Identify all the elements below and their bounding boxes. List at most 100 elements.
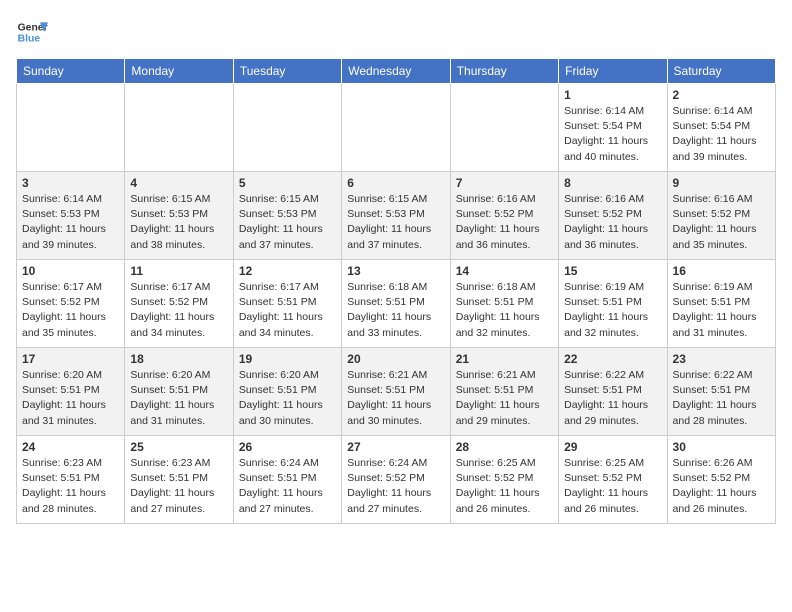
day-info: Sunrise: 6:24 AM Sunset: 5:51 PM Dayligh… — [239, 456, 336, 517]
day-cell: 20 Sunrise: 6:21 AM Sunset: 5:51 PM Dayli… — [342, 348, 450, 436]
week-row-5: 24 Sunrise: 6:23 AM Sunset: 5:51 PM Dayli… — [17, 436, 776, 524]
day-number: 15 — [564, 264, 661, 278]
day-number: 20 — [347, 352, 444, 366]
weekday-header-tuesday: Tuesday — [233, 59, 341, 84]
day-info: Sunrise: 6:20 AM Sunset: 5:51 PM Dayligh… — [239, 368, 336, 429]
day-number: 4 — [130, 176, 227, 190]
week-row-3: 10 Sunrise: 6:17 AM Sunset: 5:52 PM Dayli… — [17, 260, 776, 348]
day-cell: 24 Sunrise: 6:23 AM Sunset: 5:51 PM Dayli… — [17, 436, 125, 524]
weekday-header-wednesday: Wednesday — [342, 59, 450, 84]
day-info: Sunrise: 6:19 AM Sunset: 5:51 PM Dayligh… — [673, 280, 770, 341]
day-cell: 15 Sunrise: 6:19 AM Sunset: 5:51 PM Dayli… — [559, 260, 667, 348]
day-cell: 7 Sunrise: 6:16 AM Sunset: 5:52 PM Daylig… — [450, 172, 558, 260]
day-number: 25 — [130, 440, 227, 454]
day-cell: 17 Sunrise: 6:20 AM Sunset: 5:51 PM Dayli… — [17, 348, 125, 436]
logo: General Blue — [16, 16, 48, 48]
day-info: Sunrise: 6:17 AM Sunset: 5:52 PM Dayligh… — [22, 280, 119, 341]
day-cell: 22 Sunrise: 6:22 AM Sunset: 5:51 PM Dayli… — [559, 348, 667, 436]
day-cell — [342, 84, 450, 172]
day-number: 30 — [673, 440, 770, 454]
weekday-header-sunday: Sunday — [17, 59, 125, 84]
day-number: 27 — [347, 440, 444, 454]
day-number: 3 — [22, 176, 119, 190]
logo-icon: General Blue — [16, 16, 48, 48]
day-info: Sunrise: 6:21 AM Sunset: 5:51 PM Dayligh… — [347, 368, 444, 429]
day-cell: 21 Sunrise: 6:21 AM Sunset: 5:51 PM Dayli… — [450, 348, 558, 436]
day-cell — [17, 84, 125, 172]
day-number: 12 — [239, 264, 336, 278]
weekday-header-row: SundayMondayTuesdayWednesdayThursdayFrid… — [17, 59, 776, 84]
day-number: 28 — [456, 440, 553, 454]
day-number: 9 — [673, 176, 770, 190]
day-info: Sunrise: 6:15 AM Sunset: 5:53 PM Dayligh… — [130, 192, 227, 253]
day-info: Sunrise: 6:14 AM Sunset: 5:54 PM Dayligh… — [564, 104, 661, 165]
day-info: Sunrise: 6:24 AM Sunset: 5:52 PM Dayligh… — [347, 456, 444, 517]
day-cell — [125, 84, 233, 172]
day-cell: 23Sunrise: 6:22 AM Sunset: 5:51 PM Dayli… — [667, 348, 775, 436]
day-number: 17 — [22, 352, 119, 366]
page-header: General Blue — [16, 16, 776, 48]
day-info: Sunrise: 6:18 AM Sunset: 5:51 PM Dayligh… — [456, 280, 553, 341]
day-number: 16 — [673, 264, 770, 278]
day-number: 6 — [347, 176, 444, 190]
day-number: 2 — [673, 88, 770, 102]
day-cell: 12 Sunrise: 6:17 AM Sunset: 5:51 PM Dayli… — [233, 260, 341, 348]
day-number: 7 — [456, 176, 553, 190]
day-info: Sunrise: 6:14 AM Sunset: 5:54 PM Dayligh… — [673, 104, 770, 165]
day-info: Sunrise: 6:23 AM Sunset: 5:51 PM Dayligh… — [130, 456, 227, 517]
day-info: Sunrise: 6:22 AM Sunset: 5:51 PM Dayligh… — [564, 368, 661, 429]
day-number: 21 — [456, 352, 553, 366]
svg-text:Blue: Blue — [18, 34, 41, 45]
day-cell: 29Sunrise: 6:25 AM Sunset: 5:52 PM Dayli… — [559, 436, 667, 524]
day-cell: 4 Sunrise: 6:15 AM Sunset: 5:53 PM Daylig… — [125, 172, 233, 260]
weekday-header-thursday: Thursday — [450, 59, 558, 84]
day-number: 8 — [564, 176, 661, 190]
day-info: Sunrise: 6:15 AM Sunset: 5:53 PM Dayligh… — [239, 192, 336, 253]
day-number: 13 — [347, 264, 444, 278]
day-cell: 5 Sunrise: 6:15 AM Sunset: 5:53 PM Daylig… — [233, 172, 341, 260]
day-cell: 2 Sunrise: 6:14 AM Sunset: 5:54 PM Daylig… — [667, 84, 775, 172]
day-info: Sunrise: 6:18 AM Sunset: 5:51 PM Dayligh… — [347, 280, 444, 341]
day-number: 10 — [22, 264, 119, 278]
week-row-2: 3 Sunrise: 6:14 AM Sunset: 5:53 PM Daylig… — [17, 172, 776, 260]
day-cell: 16 Sunrise: 6:19 AM Sunset: 5:51 PM Dayli… — [667, 260, 775, 348]
week-row-4: 17 Sunrise: 6:20 AM Sunset: 5:51 PM Dayli… — [17, 348, 776, 436]
weekday-header-friday: Friday — [559, 59, 667, 84]
day-info: Sunrise: 6:16 AM Sunset: 5:52 PM Dayligh… — [564, 192, 661, 253]
day-cell: 11 Sunrise: 6:17 AM Sunset: 5:52 PM Dayli… — [125, 260, 233, 348]
day-cell: 1Sunrise: 6:14 AM Sunset: 5:54 PM Daylig… — [559, 84, 667, 172]
day-info: Sunrise: 6:20 AM Sunset: 5:51 PM Dayligh… — [22, 368, 119, 429]
day-info: Sunrise: 6:19 AM Sunset: 5:51 PM Dayligh… — [564, 280, 661, 341]
day-info: Sunrise: 6:23 AM Sunset: 5:51 PM Dayligh… — [22, 456, 119, 517]
day-info: Sunrise: 6:14 AM Sunset: 5:53 PM Dayligh… — [22, 192, 119, 253]
day-number: 14 — [456, 264, 553, 278]
day-number: 22 — [564, 352, 661, 366]
day-cell: 18 Sunrise: 6:20 AM Sunset: 5:51 PM Dayli… — [125, 348, 233, 436]
day-info: Sunrise: 6:17 AM Sunset: 5:52 PM Dayligh… — [130, 280, 227, 341]
weekday-header-monday: Monday — [125, 59, 233, 84]
day-cell: 9 Sunrise: 6:16 AM Sunset: 5:52 PM Daylig… — [667, 172, 775, 260]
week-row-1: 1Sunrise: 6:14 AM Sunset: 5:54 PM Daylig… — [17, 84, 776, 172]
day-info: Sunrise: 6:25 AM Sunset: 5:52 PM Dayligh… — [564, 456, 661, 517]
day-cell — [450, 84, 558, 172]
day-info: Sunrise: 6:21 AM Sunset: 5:51 PM Dayligh… — [456, 368, 553, 429]
day-cell: 10 Sunrise: 6:17 AM Sunset: 5:52 PM Dayli… — [17, 260, 125, 348]
day-number: 24 — [22, 440, 119, 454]
day-cell: 13 Sunrise: 6:18 AM Sunset: 5:51 PM Dayli… — [342, 260, 450, 348]
day-info: Sunrise: 6:20 AM Sunset: 5:51 PM Dayligh… — [130, 368, 227, 429]
day-number: 18 — [130, 352, 227, 366]
day-info: Sunrise: 6:16 AM Sunset: 5:52 PM Dayligh… — [673, 192, 770, 253]
day-cell: 3 Sunrise: 6:14 AM Sunset: 5:53 PM Daylig… — [17, 172, 125, 260]
day-info: Sunrise: 6:15 AM Sunset: 5:53 PM Dayligh… — [347, 192, 444, 253]
weekday-header-saturday: Saturday — [667, 59, 775, 84]
day-cell: 25 Sunrise: 6:23 AM Sunset: 5:51 PM Dayli… — [125, 436, 233, 524]
day-info: Sunrise: 6:17 AM Sunset: 5:51 PM Dayligh… — [239, 280, 336, 341]
day-number: 5 — [239, 176, 336, 190]
day-cell: 27 Sunrise: 6:24 AM Sunset: 5:52 PM Dayli… — [342, 436, 450, 524]
day-cell: 14 Sunrise: 6:18 AM Sunset: 5:51 PM Dayli… — [450, 260, 558, 348]
day-number: 11 — [130, 264, 227, 278]
day-number: 23 — [673, 352, 770, 366]
day-cell: 6 Sunrise: 6:15 AM Sunset: 5:53 PM Daylig… — [342, 172, 450, 260]
day-info: Sunrise: 6:16 AM Sunset: 5:52 PM Dayligh… — [456, 192, 553, 253]
day-number: 19 — [239, 352, 336, 366]
